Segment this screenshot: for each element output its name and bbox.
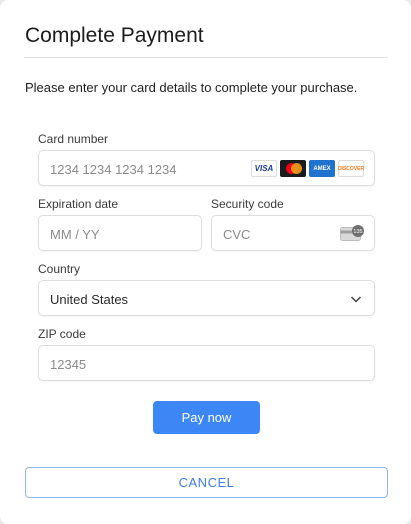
security-code-placeholder: CVC	[223, 227, 251, 242]
discover-icon: DISCOVER	[338, 160, 364, 177]
card-brands: VISA AMEX DISCOVER	[251, 160, 364, 177]
card-number-label: Card number	[38, 132, 109, 146]
amex-icon: AMEX	[309, 160, 335, 177]
country-label: Country	[38, 262, 81, 276]
expiration-input[interactable]: MM / YY	[38, 215, 202, 251]
expiration-placeholder: MM / YY	[50, 227, 100, 242]
security-code-label: Security code	[211, 197, 284, 211]
cvc-card-icon: 135	[340, 225, 364, 241]
title-divider	[24, 57, 388, 58]
visa-icon: VISA	[251, 160, 277, 177]
security-code-input[interactable]: CVC 135	[211, 215, 375, 251]
country-value: United States	[50, 292, 129, 307]
payment-dialog: Complete Payment Please enter your card …	[0, 0, 411, 524]
mastercard-icon	[280, 160, 306, 177]
card-number-placeholder: 1234 1234 1234 1234	[50, 162, 177, 177]
chevron-down-icon	[350, 296, 362, 303]
expiration-label: Expiration date	[38, 197, 119, 211]
card-number-input[interactable]: 1234 1234 1234 1234 VISA AMEX DISCOVER	[38, 150, 375, 186]
intro-text: Please enter your card details to comple…	[25, 80, 358, 95]
pay-now-button[interactable]: Pay now	[153, 401, 260, 434]
country-select[interactable]: United States	[38, 280, 375, 316]
dialog-title: Complete Payment	[25, 24, 204, 47]
zip-label: ZIP code	[38, 327, 86, 341]
zip-placeholder: 12345	[50, 357, 87, 372]
cancel-button[interactable]: CANCEL	[25, 467, 388, 498]
svg-text:135: 135	[353, 229, 362, 235]
zip-input[interactable]: 12345	[38, 345, 375, 381]
